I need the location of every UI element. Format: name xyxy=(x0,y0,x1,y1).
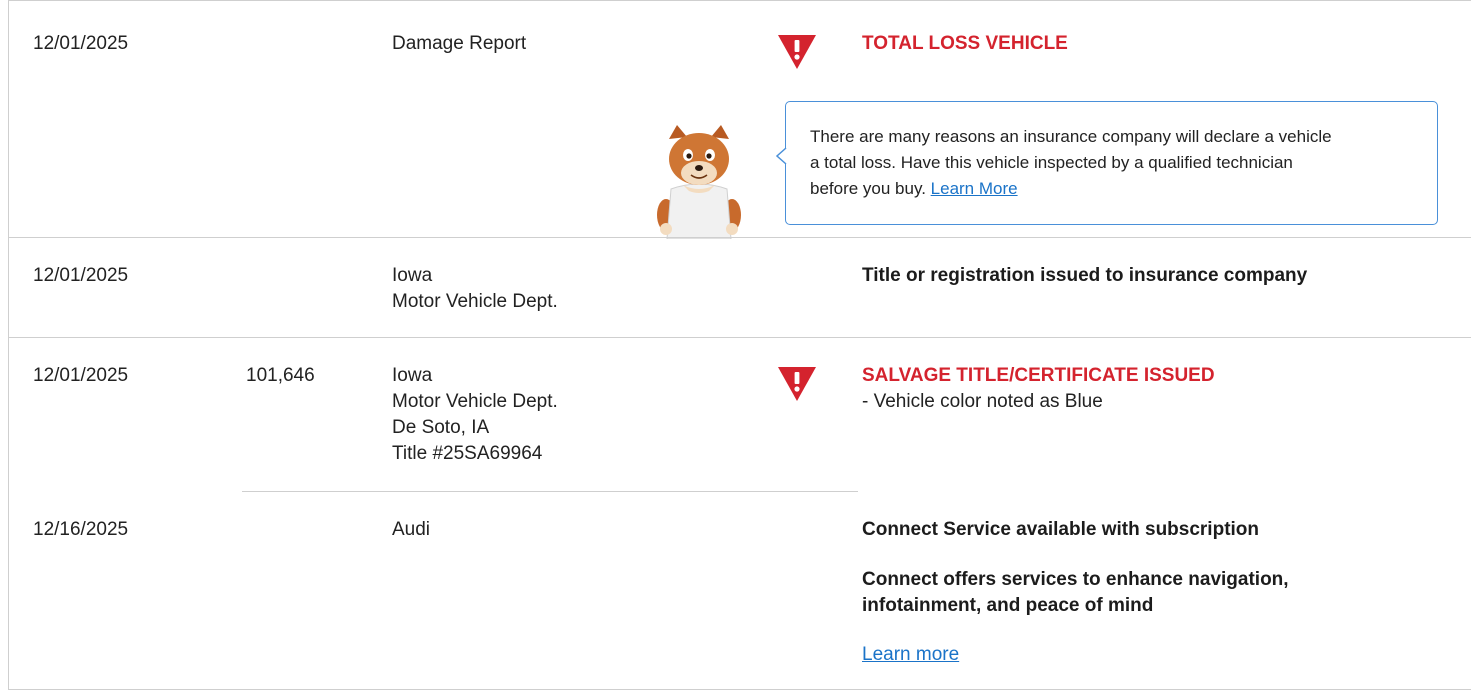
record-source: Audi xyxy=(392,519,431,540)
record-source: Motor Vehicle Dept. xyxy=(392,391,558,412)
record-source: Title #25SA69964 xyxy=(392,443,543,464)
warning-triangle-icon xyxy=(778,35,816,69)
callout-text-line: There are many reasons an insurance comp… xyxy=(810,127,1332,146)
record-source: Motor Vehicle Dept. xyxy=(392,291,558,312)
record-date: 12/16/2025 xyxy=(33,519,129,540)
callout-text-tail: before you buy. xyxy=(810,179,931,198)
table-row: 12/01/2025 Iowa Motor Vehicle Dept. Titl… xyxy=(9,238,1471,338)
record-title: Title or registration issued to insuranc… xyxy=(862,265,1308,286)
record-date: 12/01/2025 xyxy=(33,33,129,54)
history-table: 12/01/2025 Damage Report TOTAL LOSS VEHI… xyxy=(8,0,1471,690)
record-title-alert: SALVAGE TITLE/CERTIFICATE ISSUED xyxy=(862,365,1215,386)
callout-text-line: before you buy. Learn More xyxy=(810,176,1413,202)
record-detail: - Vehicle color noted as Blue xyxy=(862,391,1103,412)
table-row: 12/01/2025 101,646 Iowa Motor Vehicle De… xyxy=(9,338,1471,492)
record-subtitle: Connect offers services to enhance navig… xyxy=(862,569,1289,590)
table-row: 12/01/2025 Damage Report TOTAL LOSS VEHI… xyxy=(9,1,1471,239)
carfox-mascot xyxy=(657,125,741,239)
learn-more-link[interactable]: Learn More xyxy=(931,179,1018,198)
warning-triangle-icon xyxy=(778,367,816,401)
record-subtitle: infotainment, and peace of mind xyxy=(862,595,1154,616)
table-row: 12/16/2025 Audi Connect Service availabl… xyxy=(9,492,1471,690)
callout-pointer xyxy=(776,147,787,165)
total-loss-callout: There are many reasons an insurance comp… xyxy=(785,101,1438,225)
record-mileage: 101,646 xyxy=(246,365,315,386)
record-title: Connect Service available with subscript… xyxy=(862,519,1260,540)
record-date: 12/01/2025 xyxy=(33,365,129,386)
record-title-alert: TOTAL LOSS VEHICLE xyxy=(862,33,1068,54)
record-source: Iowa xyxy=(392,265,433,286)
record-source: De Soto, IA xyxy=(392,417,490,438)
record-source: Iowa xyxy=(392,365,433,386)
learn-more-link[interactable]: Learn more xyxy=(862,642,959,668)
record-source: Damage Report xyxy=(392,33,527,54)
record-date: 12/01/2025 xyxy=(33,265,129,286)
callout-text-line: a total loss. Have this vehicle inspecte… xyxy=(810,153,1293,172)
